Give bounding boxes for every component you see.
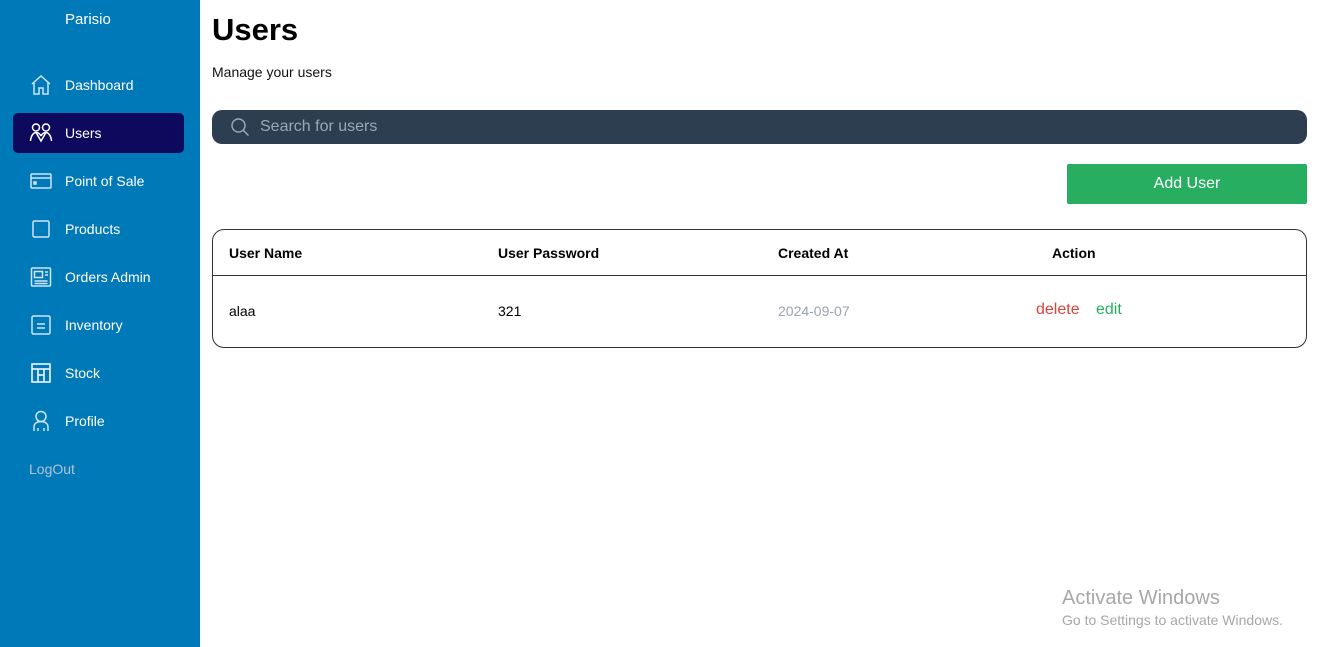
sidebar-item-label: Point of Sale: [65, 173, 145, 189]
grid-icon: [29, 361, 53, 385]
search-input[interactable]: [260, 110, 1290, 144]
inventory-icon: [29, 313, 53, 337]
sidebar-item-point-of-sale[interactable]: Point of Sale: [13, 161, 184, 201]
page-title: Users: [212, 12, 299, 47]
column-header-created-at: Created At: [778, 245, 849, 261]
sidebar-item-label: Products: [65, 221, 121, 237]
delete-link[interactable]: delete: [1036, 301, 1080, 319]
cell-user-password: 321: [498, 303, 522, 319]
cell-created-at: 2024-09-07: [778, 303, 850, 319]
edit-link[interactable]: edit: [1096, 301, 1122, 319]
column-header-user-password: User Password: [498, 245, 600, 261]
sidebar-item-label: Orders Admin: [65, 269, 151, 285]
page-subtitle: Manage your users: [212, 64, 332, 80]
logout-link[interactable]: LogOut: [29, 461, 75, 477]
app-root: Parisio Dashboard Users Point of Sale Pr…: [0, 0, 1338, 647]
sidebar-item-profile[interactable]: Profile: [13, 401, 184, 441]
sidebar-item-inventory[interactable]: Inventory: [13, 305, 184, 345]
sidebar-item-label: Dashboard: [65, 77, 134, 93]
users-icon: [29, 121, 53, 145]
search-icon: [230, 117, 250, 137]
sidebar-nav: Dashboard Users Point of Sale Products O…: [13, 65, 184, 449]
sidebar-item-products[interactable]: Products: [13, 209, 184, 249]
activate-windows-watermark: Activate Windows Go to Settings to activ…: [1062, 587, 1283, 628]
search-bar: [212, 110, 1307, 144]
watermark-title: Activate Windows: [1062, 587, 1220, 609]
sidebar-item-label: Profile: [65, 413, 105, 429]
sidebar-item-label: Inventory: [65, 317, 123, 333]
sidebar-item-dashboard[interactable]: Dashboard: [13, 65, 184, 105]
square-icon: [29, 217, 53, 241]
sidebar-item-orders-admin[interactable]: Orders Admin: [13, 257, 184, 297]
watermark-subtitle: Go to Settings to activate Windows.: [1062, 612, 1283, 628]
register-icon: [29, 265, 53, 289]
sidebar-item-users[interactable]: Users: [13, 113, 184, 153]
home-icon: [29, 73, 53, 97]
person-icon: [29, 409, 53, 433]
add-user-button[interactable]: Add User: [1067, 164, 1307, 204]
users-table: User Name User Password Created At Actio…: [212, 229, 1307, 348]
column-header-action: Action: [1052, 245, 1096, 261]
sidebar-item-stock[interactable]: Stock: [13, 353, 184, 393]
sidebar-item-label: Users: [65, 125, 102, 141]
sidebar: Parisio Dashboard Users Point of Sale Pr…: [0, 0, 200, 647]
table-row: alaa 321 2024-09-07 delete edit: [213, 276, 1306, 347]
card-icon: [29, 169, 53, 193]
sidebar-item-label: Stock: [65, 365, 101, 381]
column-header-user-name: User Name: [229, 245, 303, 261]
main-content: Users Manage your users Add User User Na…: [212, 0, 1307, 647]
brand-name: Parisio: [65, 11, 111, 28]
cell-user-name: alaa: [229, 303, 256, 319]
table-header: User Name User Password Created At Actio…: [213, 230, 1306, 276]
